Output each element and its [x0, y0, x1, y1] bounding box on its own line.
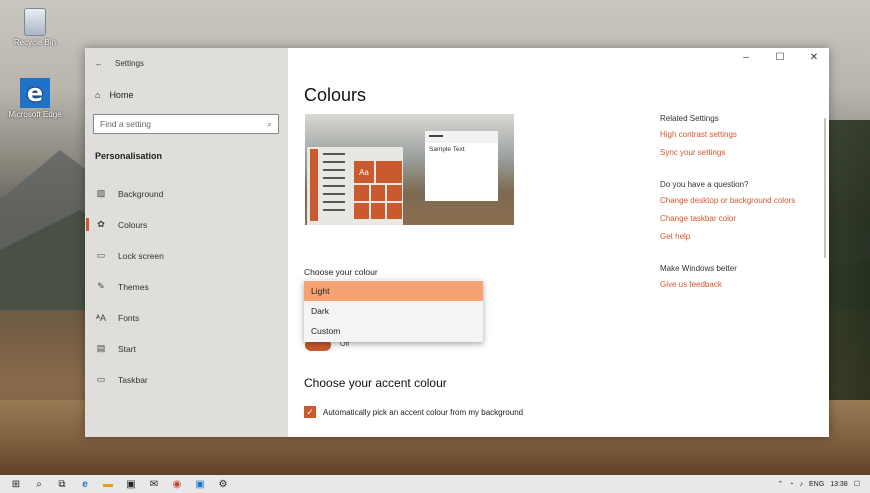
preview-tiles — [354, 185, 402, 219]
scrollbar[interactable] — [824, 118, 826, 258]
title-bar: ← Settings — [95, 56, 144, 70]
sidebar: ← Settings ⌂ Home Find a setting ⌕ Perso… — [85, 48, 288, 437]
sidebar-item-label: Background — [118, 188, 164, 199]
desktop-icon-edge[interactable]: e Microsoft Edge — [6, 78, 64, 119]
lock-screen-icon: ▭ — [96, 250, 106, 260]
language-indicator[interactable]: ENG — [809, 481, 824, 488]
start-button-icon[interactable]: ⊞ — [10, 479, 22, 490]
settings-window: ← Settings ⌂ Home Find a setting ⌕ Perso… — [85, 48, 829, 437]
accent-colour-heading: Choose your accent colour — [304, 376, 447, 390]
home-icon: ⌂ — [95, 90, 101, 100]
link-change-desktop-colors[interactable]: Change desktop or background colors — [660, 196, 825, 205]
page-title: Colours — [304, 85, 367, 105]
toggle-state-label: Off — [340, 341, 350, 348]
preview-tile-wide — [376, 161, 402, 183]
network-icon[interactable]: ◔ — [789, 481, 793, 488]
outlook-icon[interactable]: ▣ — [194, 479, 206, 490]
preview-sample-text: Sample Text — [429, 146, 465, 153]
related-settings-panel: Related Settings High contrast settings … — [660, 114, 825, 298]
colour-preview: Aa Sample Text — [305, 114, 514, 225]
nav-home[interactable]: ⌂ Home — [95, 90, 133, 100]
auto-accent-label: Automatically pick an accent colour from… — [323, 407, 524, 417]
start-icon: ▤ — [96, 343, 106, 353]
preview-accent-bar — [310, 149, 318, 221]
link-sync-settings[interactable]: Sync your settings — [660, 148, 825, 157]
desktop-icon-recycle-bin[interactable]: Recycle Bin — [6, 8, 64, 47]
palette-icon: ✿ — [97, 219, 105, 229]
nav-list: ▨ Background ✿ Colours ▭ Lock screen ✎ T… — [85, 178, 288, 395]
taskbar-icon: ▭ — [96, 374, 106, 384]
task-view-icon[interactable]: ⧉ — [56, 479, 68, 490]
auto-accent-checkbox[interactable]: ✓ — [304, 406, 316, 418]
search-icon: ⌕ — [267, 118, 272, 129]
search-input[interactable]: Find a setting ⌕ — [93, 114, 279, 134]
taskbar-apps: ⊞ ⌕ ⧉ e ▬ ▣ ✉ ◉ ▣ ⚙ — [0, 479, 229, 490]
preview-start-menu: Aa — [307, 147, 403, 225]
sidebar-item-label: Themes — [118, 281, 149, 292]
folder-icon[interactable]: ▬ — [102, 479, 114, 490]
link-high-contrast[interactable]: High contrast settings — [660, 130, 825, 139]
mail-icon[interactable]: ✉ — [148, 479, 160, 490]
sidebar-item-label: Colours — [118, 219, 148, 230]
feedback-heading: Make Windows better — [660, 264, 737, 273]
system-tray: ⌃ ◔ ♪ ENG 13:38 ☐ — [777, 480, 870, 489]
sidebar-item-taskbar[interactable]: ▭ Taskbar — [85, 364, 288, 395]
auto-accent-row[interactable]: ✓ Automatically pick an accent colour fr… — [304, 406, 523, 418]
sidebar-item-label: Fonts — [118, 312, 140, 323]
desktop-icon-label: Recycle Bin — [13, 38, 57, 47]
dropdown-option-dark[interactable]: Dark — [304, 301, 483, 321]
sidebar-item-label: Lock screen — [118, 250, 164, 261]
image-icon: ▨ — [96, 188, 106, 198]
link-get-help[interactable]: Get help — [660, 232, 825, 241]
search-icon[interactable]: ⌕ — [33, 479, 45, 490]
preview-tile: Aa — [354, 161, 374, 183]
recycle-bin-icon — [24, 8, 46, 36]
edge-icon: e — [20, 78, 50, 108]
question-heading: Do you have a question? — [660, 180, 749, 189]
chevron-up-icon[interactable]: ⌃ — [777, 480, 783, 488]
themes-icon: ✎ — [97, 281, 105, 291]
window-title: Settings — [115, 58, 144, 68]
link-change-taskbar-color[interactable]: Change taskbar color — [660, 214, 825, 223]
notifications-icon[interactable]: ☐ — [854, 480, 860, 488]
clock[interactable]: 13:38 — [830, 481, 848, 488]
back-arrow-icon[interactable]: ← — [95, 59, 103, 68]
sidebar-item-start[interactable]: ▤ Start — [85, 333, 288, 364]
chrome-icon[interactable]: ◉ — [171, 479, 183, 490]
preview-window: Sample Text — [425, 131, 498, 201]
edge-icon[interactable]: e — [79, 479, 91, 490]
sidebar-item-background[interactable]: ▨ Background — [85, 178, 288, 209]
choose-colour-label: Choose your colour — [304, 267, 378, 277]
maximize-button[interactable]: ☐ — [773, 52, 787, 63]
minimize-button[interactable]: – — [739, 52, 753, 63]
sidebar-item-lock-screen[interactable]: ▭ Lock screen — [85, 240, 288, 271]
section-heading: Personalisation — [95, 151, 163, 161]
window-controls: – ☐ ✕ — [739, 52, 821, 63]
main-panel: – ☐ ✕ Colours Aa Sample Text Choose your… — [288, 48, 829, 437]
colour-mode-dropdown[interactable]: Light Dark Custom — [304, 280, 483, 342]
link-give-feedback[interactable]: Give us feedback — [660, 280, 825, 289]
home-label: Home — [109, 90, 134, 100]
preview-list — [323, 153, 345, 217]
store-icon[interactable]: ▣ — [125, 479, 137, 490]
dropdown-option-custom[interactable]: Custom — [304, 321, 483, 341]
sidebar-item-colours[interactable]: ✿ Colours — [85, 209, 288, 240]
related-settings-heading: Related Settings — [660, 114, 719, 123]
search-placeholder: Find a setting — [100, 119, 152, 129]
sidebar-item-label: Taskbar — [118, 374, 148, 385]
volume-icon[interactable]: ♪ — [800, 481, 804, 488]
sidebar-item-themes[interactable]: ✎ Themes — [85, 271, 288, 302]
sidebar-item-fonts[interactable]: ᴬA Fonts — [85, 302, 288, 333]
taskbar: ⊞ ⌕ ⧉ e ▬ ▣ ✉ ◉ ▣ ⚙ ⌃ ◔ ♪ ENG 13:38 ☐ — [0, 475, 870, 493]
sidebar-item-label: Start — [118, 343, 136, 354]
dropdown-option-light[interactable]: Light — [304, 281, 483, 301]
fonts-icon: ᴬA — [95, 312, 107, 323]
close-button[interactable]: ✕ — [807, 52, 821, 63]
settings-gear-icon[interactable]: ⚙ — [217, 479, 229, 490]
desktop-icon-label: Microsoft Edge — [8, 110, 62, 119]
